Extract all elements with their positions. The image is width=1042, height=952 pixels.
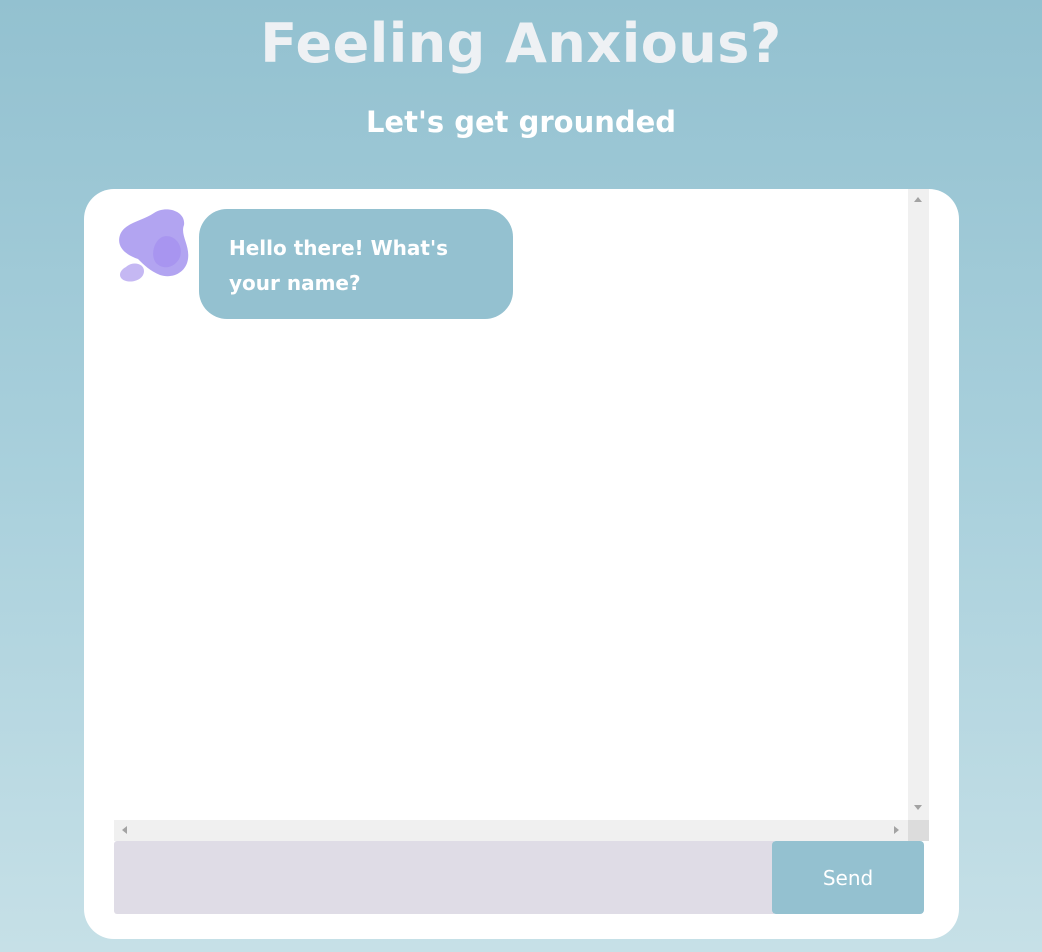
scroll-up-arrow-icon[interactable] [914, 197, 922, 202]
horizontal-scrollbar[interactable] [114, 820, 908, 841]
vertical-scrollbar[interactable] [908, 189, 929, 820]
bot-avatar-icon [114, 207, 192, 287]
bot-message-bubble: Hello there! What's your name? [199, 209, 513, 319]
scroll-left-arrow-icon[interactable] [122, 826, 127, 834]
page-title: Feeling Anxious? [260, 12, 782, 75]
scroll-down-arrow-icon[interactable] [914, 805, 922, 810]
page-subtitle: Let's get grounded [365, 105, 677, 139]
chat-card: Hello there! What's your name? Send [84, 189, 959, 939]
message-input[interactable] [114, 841, 774, 914]
send-button[interactable]: Send [772, 841, 924, 914]
chat-log[interactable]: Hello there! What's your name? [114, 189, 929, 841]
scroll-right-arrow-icon[interactable] [894, 826, 899, 834]
scrollbar-corner [908, 820, 929, 841]
